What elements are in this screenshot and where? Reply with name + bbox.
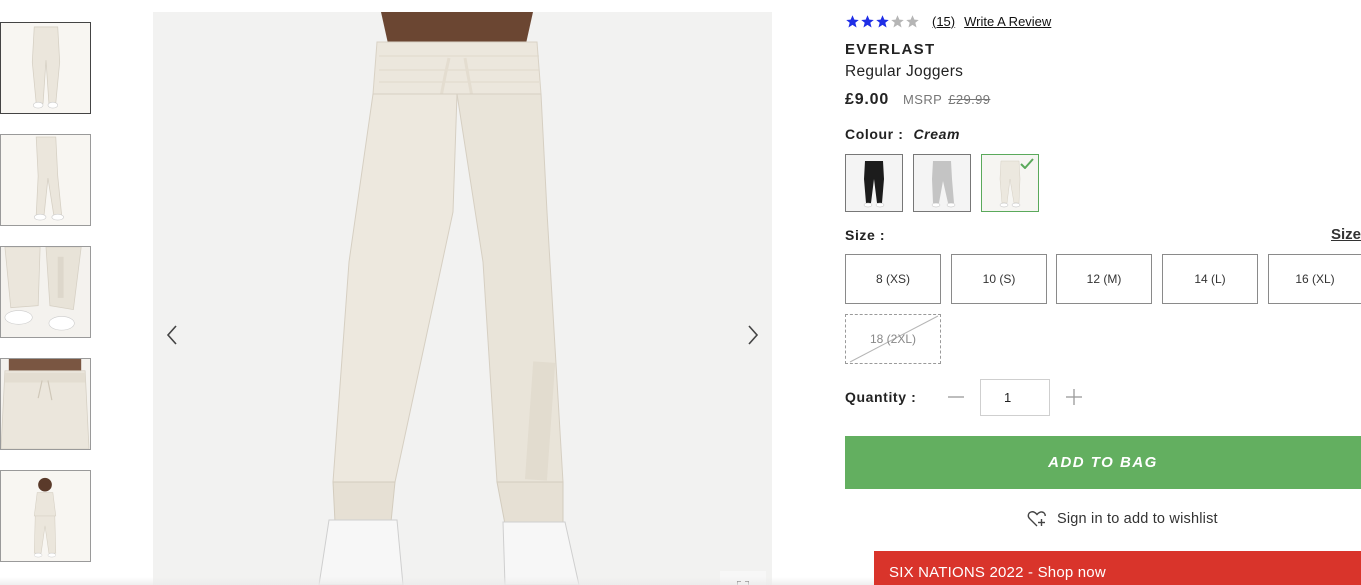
thumbnail-model-full[interactable] <box>0 470 91 562</box>
thumbnail-side-full[interactable] <box>0 134 91 226</box>
rating-row: (15) Write A Review <box>845 12 1051 30</box>
thumbnail-image <box>1 135 90 225</box>
star-filled-icon <box>875 14 890 29</box>
price-row: £9.00 MSRP £29.99 <box>845 91 990 109</box>
size-option-16-xl[interactable]: 16 (XL) <box>1268 254 1361 304</box>
size-guide-link[interactable]: Size <box>1331 226 1361 243</box>
thumbnail-image <box>1 359 90 449</box>
wishlist-link[interactable]: Sign in to add to wishlist <box>1027 510 1218 528</box>
next-image-button[interactable] <box>734 307 772 363</box>
star-empty-icon <box>890 14 905 29</box>
swatch-grey[interactable] <box>913 154 971 212</box>
quantity-input[interactable] <box>980 379 1050 416</box>
thumbnail-image <box>1 247 90 337</box>
page-bottom-shade <box>0 577 874 585</box>
size-option-label: 18 (2XL) <box>869 332 917 346</box>
write-review-link[interactable]: Write A Review <box>964 14 1051 29</box>
size-option-10-s[interactable]: 10 (S) <box>951 254 1047 304</box>
size-option-12-m[interactable]: 12 (M) <box>1056 254 1152 304</box>
review-count-link[interactable]: (15) <box>932 14 955 29</box>
promo-banner-label: SIX NATIONS 2022 - Shop now <box>889 564 1106 581</box>
main-product-image <box>153 12 772 585</box>
msrp-label: MSRP <box>903 92 943 107</box>
star-filled-icon <box>845 14 860 29</box>
quantity-label: Quantity : <box>845 389 917 405</box>
colour-label: Colour : Cream <box>845 126 960 142</box>
msrp-price: £29.99 <box>948 92 991 107</box>
promo-banner[interactable]: SIX NATIONS 2022 - Shop now <box>874 551 1361 585</box>
thumbnail-image <box>1 23 90 113</box>
chevron-right-icon <box>748 325 759 345</box>
swatch-black[interactable] <box>845 154 903 212</box>
product-title: Regular Joggers <box>845 63 964 80</box>
plus-icon[interactable] <box>1065 388 1083 406</box>
rating-stars <box>845 14 920 29</box>
star-filled-icon <box>860 14 875 29</box>
product-info-panel: (15) Write A Review EVERLAST Regular Jog… <box>845 0 1361 585</box>
thumbnail-front-full[interactable] <box>0 22 91 114</box>
swatch-image <box>914 155 970 211</box>
colour-label-text: Colour : <box>845 126 904 142</box>
selected-colour: Cream <box>913 126 961 142</box>
size-option-14-l[interactable]: 14 (L) <box>1162 254 1258 304</box>
star-empty-icon <box>905 14 920 29</box>
brand-name[interactable]: EVERLAST <box>845 41 935 58</box>
swatch-cream[interactable] <box>981 154 1039 212</box>
swatch-image <box>846 155 902 211</box>
thumbnail-waist-detail[interactable] <box>0 358 91 450</box>
size-option-18-2xl-unavailable[interactable]: 18 (2XL) <box>845 314 941 364</box>
thumbnail-leg-detail[interactable] <box>0 246 91 338</box>
sale-price: £9.00 <box>845 91 890 108</box>
size-label: Size : <box>845 227 886 243</box>
add-to-bag-button[interactable]: ADD TO BAG <box>845 436 1361 489</box>
wishlist-label: Sign in to add to wishlist <box>1057 511 1218 527</box>
chevron-left-icon <box>166 325 177 345</box>
size-option-8-xs[interactable]: 8 (XS) <box>845 254 941 304</box>
colour-swatches <box>845 154 1049 212</box>
previous-image-button[interactable] <box>153 307 191 363</box>
minus-icon[interactable] <box>947 388 965 406</box>
product-photo <box>153 12 772 585</box>
thumbnail-image <box>1 471 90 561</box>
checkmark-icon <box>1020 158 1034 169</box>
heart-plus-icon <box>1027 511 1046 527</box>
